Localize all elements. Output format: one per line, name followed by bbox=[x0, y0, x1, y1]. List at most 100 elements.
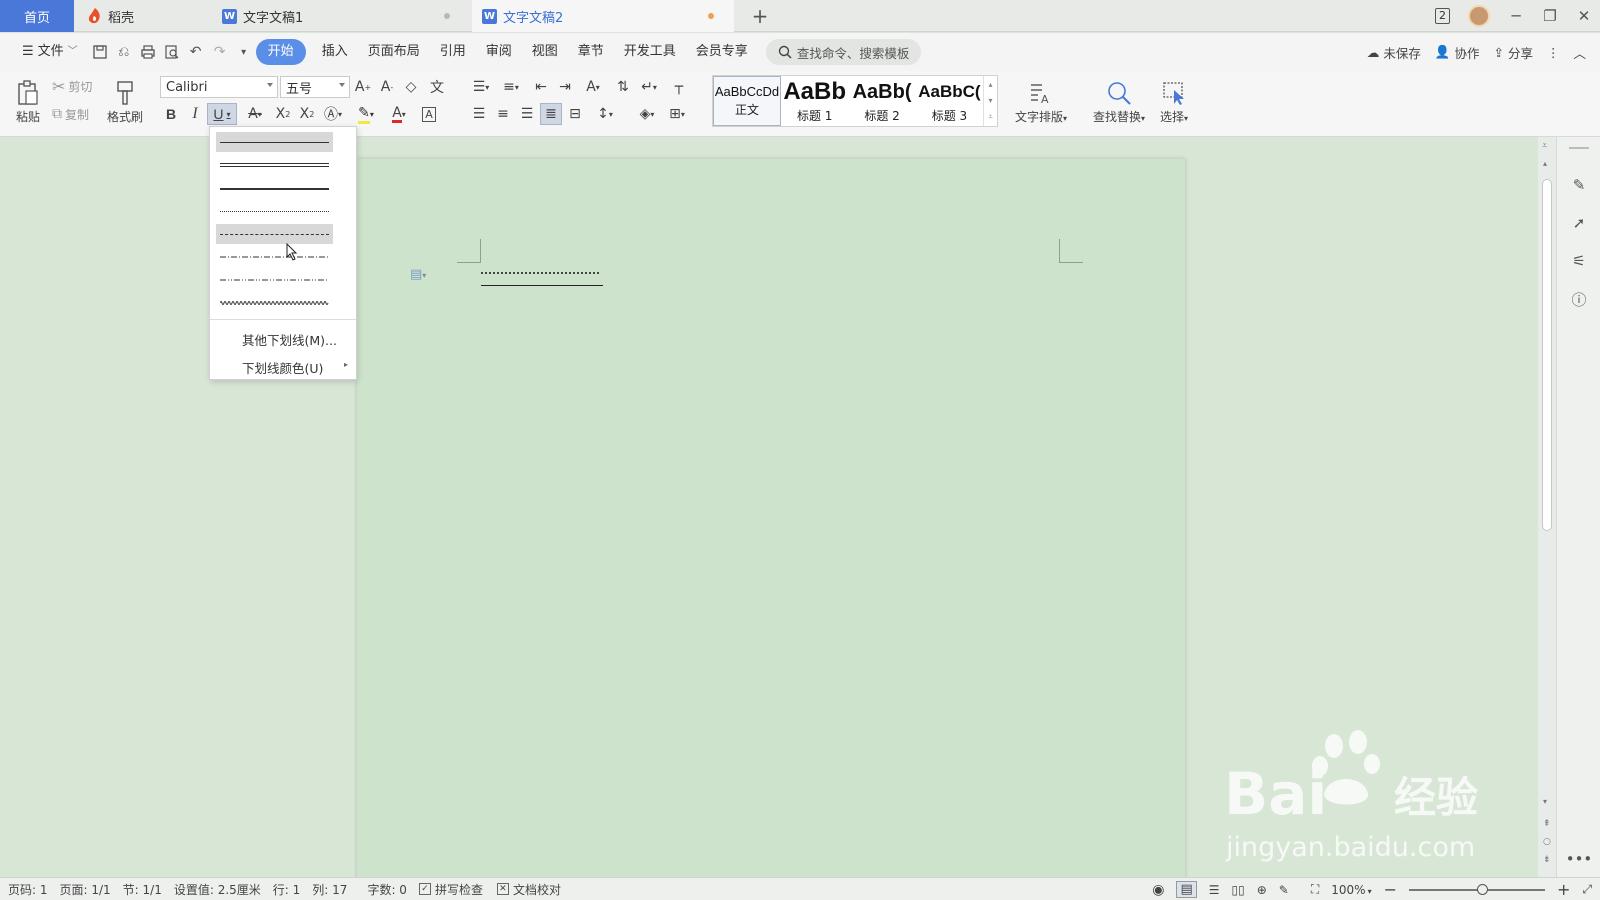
write-mode-icon[interactable]: ✎ bbox=[1279, 883, 1289, 897]
help-icon[interactable]: ⓘ bbox=[1569, 289, 1589, 309]
vertical-scrollbar[interactable]: ⩡ ▴ ▾ ⇞ ○ ⇟ bbox=[1538, 137, 1556, 877]
chinese-layout-icon[interactable]: A ▾ bbox=[580, 76, 606, 98]
prev-page-icon[interactable]: ⇞ bbox=[1543, 819, 1551, 829]
underline-button[interactable]: U ▾ bbox=[207, 103, 237, 125]
tab-home[interactable]: 首页 bbox=[0, 0, 74, 32]
page-count-badge[interactable]: 2 bbox=[1435, 8, 1450, 24]
tab-doc2[interactable]: W 文字文稿2 bbox=[472, 0, 734, 32]
tab-section[interactable]: 章节 bbox=[568, 39, 614, 65]
style-heading-1[interactable]: AaBb 标题 1 bbox=[781, 76, 848, 126]
scroll-up-icon[interactable]: ▴ bbox=[1543, 159, 1547, 168]
scroll-down-icon[interactable]: ▾ bbox=[1543, 797, 1547, 806]
save-icon[interactable] bbox=[88, 40, 112, 64]
settings-sliders-icon[interactable]: ⚟ bbox=[1569, 251, 1589, 271]
underline-option-thick[interactable] bbox=[216, 178, 333, 198]
other-underline-item[interactable]: 其他下划线(M)... bbox=[242, 330, 337, 349]
superscript-icon[interactable]: X2 bbox=[272, 103, 294, 125]
underline-option-dash-dot[interactable] bbox=[216, 247, 333, 267]
scrollbar-thumb[interactable] bbox=[1542, 179, 1552, 531]
bullet-list-icon[interactable]: ☰ ▾ bbox=[468, 76, 494, 98]
strikethrough-icon[interactable]: A ▾ bbox=[242, 103, 268, 125]
status-word-count[interactable]: 字数: 0 bbox=[361, 881, 413, 898]
print-preview-icon[interactable] bbox=[160, 40, 184, 64]
share-button[interactable]: ⇪ 分享 bbox=[1493, 43, 1533, 62]
tab-view[interactable]: 视图 bbox=[522, 39, 568, 65]
underline-option-double[interactable] bbox=[216, 155, 333, 175]
zoom-out-icon[interactable]: − bbox=[1384, 880, 1397, 899]
tab-member[interactable]: 会员专享 bbox=[686, 39, 758, 65]
justify-icon[interactable]: ≣ bbox=[540, 103, 562, 125]
increase-indent-icon[interactable]: ⇥ bbox=[554, 76, 576, 98]
tab-daoke[interactable]: 稻壳 bbox=[76, 0, 208, 32]
distributed-align-icon[interactable]: ⊟ bbox=[564, 103, 586, 125]
subscript-icon[interactable]: X2 bbox=[296, 103, 318, 125]
print-icon[interactable] bbox=[136, 40, 160, 64]
file-menu[interactable]: ☰ 文件 ﹀ bbox=[12, 39, 88, 65]
minimize-icon[interactable]: ─ bbox=[1508, 7, 1524, 25]
phonetic-guide-icon[interactable]: 文 bbox=[426, 76, 448, 98]
unsaved-button[interactable]: ☁ 未保存 bbox=[1367, 43, 1421, 62]
tab-doc1[interactable]: W 文字文稿1 bbox=[208, 0, 470, 32]
cut-button[interactable]: ✂ 剪切 bbox=[52, 75, 92, 97]
tab-review[interactable]: 审阅 bbox=[476, 39, 522, 65]
highlight-color-icon[interactable]: ✎ ▾ bbox=[352, 103, 380, 125]
select-button[interactable]: 选择▾ bbox=[1152, 75, 1196, 129]
style-normal[interactable]: AaBbCcDd 正文 bbox=[713, 76, 781, 126]
underline-color-item[interactable]: 下划线颜色(U) bbox=[242, 358, 323, 377]
copy-button[interactable]: ⧉ 复制 bbox=[52, 103, 89, 125]
spell-check-toggle[interactable]: ✓ 拼写检查 bbox=[418, 881, 483, 898]
format-painter-button[interactable]: 格式刷 bbox=[104, 75, 146, 129]
more-horizontal-icon[interactable]: ••• bbox=[1566, 849, 1593, 869]
paste-button[interactable]: 粘贴 bbox=[8, 75, 48, 129]
unsaved-dot[interactable] bbox=[708, 13, 714, 19]
borders-icon[interactable]: ⊞ ▾ bbox=[664, 103, 690, 125]
reading-view-icon[interactable]: ▯▯ bbox=[1232, 883, 1245, 897]
command-search-box[interactable]: 查找命令、搜索模板 bbox=[765, 39, 922, 65]
collapse-ribbon-icon[interactable]: ︿ bbox=[1573, 43, 1586, 62]
more-vertical-icon[interactable]: ⋮ bbox=[1547, 45, 1560, 60]
status-row[interactable]: 行: 1 bbox=[267, 881, 307, 898]
text-layout-button[interactable]: A 文字排版▾ bbox=[1010, 75, 1072, 129]
sort-icon[interactable]: ⇅ bbox=[612, 76, 634, 98]
restore-icon[interactable]: ❐ bbox=[1542, 7, 1558, 25]
close-icon[interactable]: ✕ bbox=[1576, 7, 1592, 25]
underline-option-dash-dot-dot[interactable] bbox=[216, 270, 333, 290]
font-size-select[interactable]: 五号 bbox=[280, 76, 350, 98]
next-page-icon[interactable]: ⇟ bbox=[1543, 855, 1551, 865]
bold-icon[interactable]: B bbox=[160, 103, 182, 125]
outline-view-icon[interactable]: ☰ bbox=[1209, 883, 1220, 897]
font-name-select[interactable]: Calibri bbox=[160, 76, 278, 98]
zoom-slider-knob[interactable] bbox=[1476, 883, 1488, 895]
status-pages[interactable]: 页面: 1/1 bbox=[54, 881, 117, 898]
shrink-font-icon[interactable]: A- bbox=[376, 76, 398, 98]
doc-proofread-button[interactable]: ✕ 文档校对 bbox=[496, 881, 561, 898]
find-replace-button[interactable]: 查找替换▾ bbox=[1088, 75, 1150, 129]
underline-option-dashed[interactable] bbox=[216, 224, 333, 244]
collab-button[interactable]: 👤 协作 bbox=[1435, 43, 1480, 62]
line-spacing-icon[interactable]: ↕ ▾ bbox=[592, 103, 618, 125]
page-view-icon[interactable]: ▤ bbox=[1176, 881, 1197, 898]
status-setting[interactable]: 设置值: 2.5厘米 bbox=[168, 881, 267, 898]
show-marks-icon[interactable]: ↵ ▾ bbox=[636, 76, 662, 98]
style-heading-2[interactable]: AaBb( 标题 2 bbox=[848, 76, 915, 126]
align-left-icon[interactable]: ☰ bbox=[468, 103, 490, 125]
underlined-text-line[interactable] bbox=[481, 264, 603, 286]
tab-close-dot[interactable] bbox=[444, 13, 450, 19]
underline-option-single[interactable] bbox=[216, 132, 333, 152]
style-heading-3[interactable]: AaBbC( 标题 3 bbox=[916, 76, 983, 126]
paste-options-icon[interactable]: ▤▾ bbox=[410, 267, 426, 282]
status-col[interactable]: 列: 17 bbox=[306, 881, 353, 898]
pen-edit-icon[interactable]: ✎ bbox=[1569, 175, 1589, 195]
tab-stops-icon[interactable]: ┬ bbox=[668, 76, 690, 98]
decrease-indent-icon[interactable]: ⇤ bbox=[530, 76, 552, 98]
zoom-in-icon[interactable]: + bbox=[1557, 880, 1570, 899]
status-section[interactable]: 节: 1/1 bbox=[117, 881, 168, 898]
quick-access-more-icon[interactable]: ▾ bbox=[232, 40, 256, 64]
tab-developer[interactable]: 开发工具 bbox=[614, 39, 686, 65]
tab-page-layout[interactable]: 页面布局 bbox=[358, 39, 430, 65]
tab-start[interactable]: 开始 bbox=[255, 39, 306, 65]
select-browse-icon[interactable]: ○ bbox=[1543, 837, 1551, 847]
clear-format-icon[interactable]: ◇ bbox=[400, 76, 422, 98]
format-brush-icon[interactable]: ⎌ bbox=[112, 40, 136, 64]
undo-icon[interactable]: ↶ bbox=[184, 40, 208, 64]
